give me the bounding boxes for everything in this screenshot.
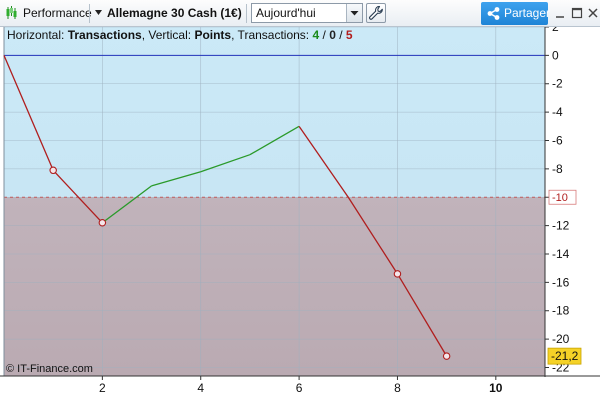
chart-info-line: Horizontal: Transactions, Vertical: Poin… xyxy=(7,28,353,42)
toolbar-separator xyxy=(89,4,90,23)
y-tick-label: -4 xyxy=(552,105,563,119)
y-tick-label: -12 xyxy=(552,219,570,233)
maximize-icon[interactable] xyxy=(570,6,584,20)
toolbar-separator xyxy=(246,4,247,23)
losing-trade-marker[interactable] xyxy=(98,219,107,227)
loss-zone xyxy=(4,197,545,376)
y-tick-label: -16 xyxy=(552,275,570,289)
losing-trade-marker[interactable] xyxy=(442,352,451,360)
period-select-value: Aujourd'hui xyxy=(256,6,316,20)
count-separator: / xyxy=(319,28,330,42)
threshold-label: -10 xyxy=(552,192,568,204)
y-tick-label: -2 xyxy=(552,77,563,91)
horizontal-label: Horizontal: xyxy=(7,28,65,42)
x-tick-label: 8 xyxy=(394,381,401,395)
losing-trade-marker[interactable] xyxy=(393,270,402,278)
chevron-down-icon xyxy=(350,11,359,16)
y-tick-label: -14 xyxy=(552,247,570,261)
performance-label[interactable]: Performance xyxy=(23,6,92,21)
performance-chart[interactable]: 2 0 -2 -4 -6 -8 -12 -14 -16 -18 -20 -22 -10 -21,2 2 4 6 8… xyxy=(0,27,600,400)
x-tick-label: 2 xyxy=(99,381,106,395)
chart-canvas[interactable]: 20-2-4-6-8-12-14-16-18-20-22-10-21,22 4 6 8… xyxy=(0,27,600,400)
horizontal-value: Transactions xyxy=(67,28,142,42)
wrench-icon xyxy=(369,5,383,20)
y-tick-label: -20 xyxy=(552,332,570,346)
close-icon[interactable] xyxy=(586,6,600,20)
y-tick-label: -6 xyxy=(552,133,563,147)
count-separator: / xyxy=(335,28,346,42)
current-value-label: -21,2 xyxy=(551,349,579,363)
transactions-label: , Transactions: xyxy=(231,28,310,42)
x-tick-label: 4 xyxy=(197,381,204,395)
y-tick-label: -18 xyxy=(552,304,570,318)
toolbar: Performance Allemagne 30 Cash (1€) Aujou… xyxy=(0,0,600,27)
x-tick-label: 6 xyxy=(296,381,303,395)
vertical-value: Points xyxy=(194,28,232,42)
dropdown-arrow-icon[interactable] xyxy=(94,8,103,17)
settings-button[interactable] xyxy=(366,3,386,23)
period-select-button[interactable] xyxy=(346,4,362,22)
neutral-trades-count: 0 xyxy=(329,28,336,42)
share-icon xyxy=(487,7,500,20)
share-label: Partager xyxy=(504,6,551,20)
period-select[interactable]: Aujourd'hui xyxy=(251,3,363,23)
y-tick-label: 0 xyxy=(552,48,559,62)
vertical-label: , Vertical: xyxy=(141,28,192,42)
y-tick-label: -8 xyxy=(552,162,563,176)
x-tick-label: 10 xyxy=(489,381,503,395)
copyright-text: © IT-Finance.com xyxy=(6,363,93,375)
candlestick-icon xyxy=(6,6,17,19)
losing-trade-marker[interactable] xyxy=(49,166,57,175)
share-button[interactable]: Partager xyxy=(481,2,551,25)
minimize-icon[interactable] xyxy=(553,6,567,20)
y-tick-label: 2 xyxy=(552,27,559,34)
instrument-selector[interactable]: Allemagne 30 Cash (1€) xyxy=(107,6,242,21)
losing-trades-count: 5 xyxy=(345,28,353,42)
